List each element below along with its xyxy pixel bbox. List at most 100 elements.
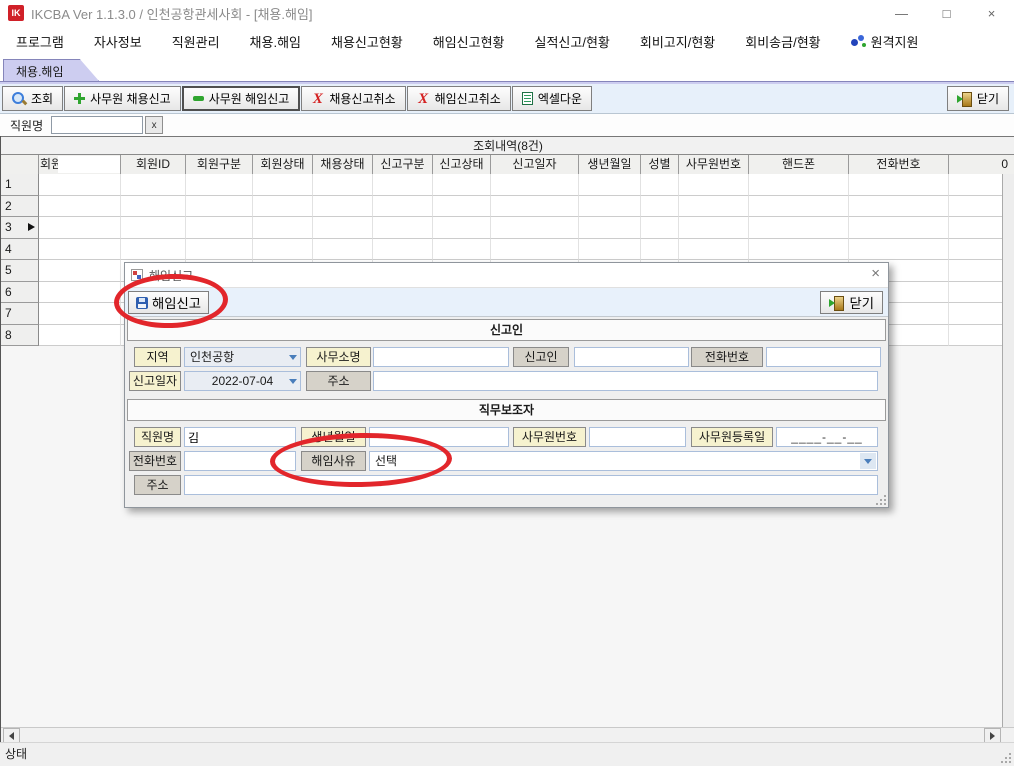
table-cell[interactable] [849,196,949,218]
close-screen-button[interactable]: 닫기 [947,86,1009,111]
toolbar-button-1[interactable]: 사무원 채용신고 [64,86,181,111]
toolbar-button-2[interactable]: 사무원 해임신고 [182,86,301,111]
table-cell[interactable] [949,217,1002,239]
table-cell[interactable] [641,174,679,196]
table-cell[interactable] [433,239,491,261]
table-cell[interactable] [679,174,749,196]
table-cell[interactable] [313,217,373,239]
table-cell[interactable] [186,217,253,239]
grid-column-header-10[interactable]: 사무원번호 [679,155,749,174]
table-cell[interactable] [121,174,186,196]
table-cell[interactable] [39,239,121,261]
table-cell[interactable] [949,174,1002,196]
table-cell[interactable] [253,174,313,196]
table-cell[interactable] [749,196,849,218]
table-cell[interactable] [949,282,1002,304]
dialog-close-icon[interactable]: × [871,265,880,282]
toolbar-button-4[interactable]: 해임신고취소 [407,86,511,111]
table-cell[interactable] [39,174,121,196]
row-header[interactable]: 5 [1,260,39,282]
menu-item-1[interactable]: 자사정보 [94,32,142,51]
toolbar-button-0[interactable]: 조회 [2,86,63,111]
table-cell[interactable] [641,239,679,261]
report-date-combo[interactable]: 2022-07-04 [184,371,301,391]
clear-filter-button[interactable]: x [145,116,163,134]
maximize-button[interactable]: □ [924,0,969,26]
table-cell[interactable] [491,196,579,218]
row-header[interactable]: 4 [1,239,39,261]
table-cell[interactable] [949,325,1002,347]
employee-name-input[interactable] [51,116,143,134]
menu-item-8[interactable]: 회비송금/현황 [745,32,820,51]
table-cell[interactable] [949,196,1002,218]
grid-column-header-9[interactable]: 성별 [641,155,679,174]
menu-item-2[interactable]: 직원관리 [172,32,220,51]
table-cell[interactable] [679,196,749,218]
table-cell[interactable] [373,239,433,261]
grid-column-header-13[interactable]: 0 [949,155,1014,174]
table-cell[interactable] [679,239,749,261]
grid-column-header-3[interactable]: 회원상태 [253,155,313,174]
menu-item-9[interactable]: 원격지원 [851,32,919,51]
table-cell[interactable] [641,196,679,218]
toolbar-button-5[interactable]: 엑셀다운 [512,86,592,111]
menu-item-4[interactable]: 채용신고현황 [331,32,403,51]
table-cell[interactable] [39,282,121,304]
table-cell[interactable] [313,196,373,218]
table-cell[interactable] [121,239,186,261]
table-cell[interactable] [313,174,373,196]
region-combo[interactable]: 인천공항 [184,347,301,367]
menu-item-7[interactable]: 회비고지/현황 [640,32,715,51]
reporter-input[interactable] [574,347,689,367]
table-cell[interactable] [641,217,679,239]
table-cell[interactable] [39,196,121,218]
grid-column-header-2[interactable]: 회원구분 [186,155,253,174]
table-cell[interactable] [186,239,253,261]
table-cell[interactable] [253,196,313,218]
table-cell[interactable] [491,239,579,261]
table-cell[interactable] [186,196,253,218]
table-cell[interactable] [749,174,849,196]
table-row[interactable]: 2 [1,196,1002,218]
vertical-scroll-area[interactable] [1002,174,1014,727]
table-cell[interactable] [39,260,121,282]
table-cell[interactable] [679,217,749,239]
table-cell[interactable] [579,174,641,196]
grid-column-header-6[interactable]: 신고상태 [433,155,491,174]
table-cell[interactable] [849,239,949,261]
toolbar-button-3[interactable]: 채용신고취소 [301,86,405,111]
menu-item-3[interactable]: 채용.해임 [250,32,301,51]
minimize-button[interactable]: — [879,0,924,26]
grid-column-header-4[interactable]: 채용상태 [313,155,373,174]
table-row[interactable]: 4 [1,239,1002,261]
table-cell[interactable] [253,217,313,239]
menu-item-6[interactable]: 실적신고/현황 [535,32,610,51]
table-cell[interactable] [949,239,1002,261]
birth-date-input[interactable] [369,427,509,447]
row-header[interactable]: 2 [1,196,39,218]
table-cell[interactable] [121,217,186,239]
grid-column-header-5[interactable]: 신고구분 [373,155,433,174]
row-header[interactable]: 6 [1,282,39,304]
grid-column-header-7[interactable]: 신고일자 [491,155,579,174]
combo-dropdown-button[interactable] [860,453,876,469]
table-cell[interactable] [253,239,313,261]
assistant-phone-input[interactable] [184,451,296,471]
table-cell[interactable] [491,217,579,239]
scroll-left-button[interactable] [3,728,20,743]
table-cell[interactable] [373,217,433,239]
tab-recruit-dismiss[interactable]: 채용.해임 [3,59,99,81]
table-cell[interactable] [849,217,949,239]
assistant-name-input[interactable] [184,427,296,447]
horizontal-scrollbar[interactable] [1,727,1014,742]
table-cell[interactable] [39,217,121,239]
table-cell[interactable] [491,174,579,196]
table-cell[interactable] [579,196,641,218]
grid-column-header-11[interactable]: 핸드폰 [749,155,849,174]
window-resize-grip[interactable] [1001,753,1011,763]
row-header[interactable]: 1 [1,174,39,196]
close-window-button[interactable]: × [969,0,1014,26]
dialog-close-button[interactable]: 닫기 [820,291,883,314]
assistant-address-input[interactable] [184,475,878,495]
table-cell[interactable] [313,239,373,261]
